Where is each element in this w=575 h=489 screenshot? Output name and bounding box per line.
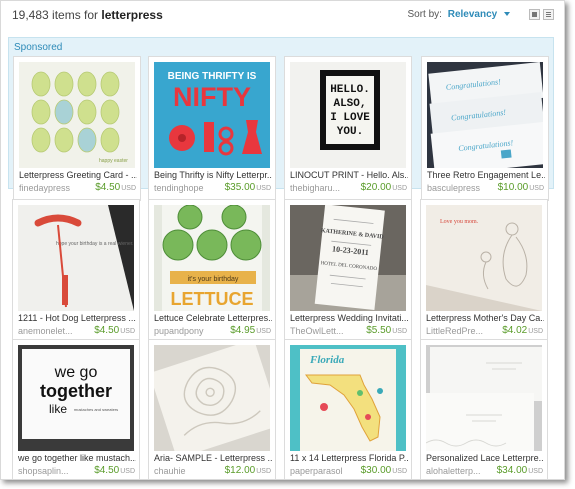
listing-title[interactable]: Aria- SAMPLE - Letterpress ... [154, 453, 272, 463]
listing-card[interactable]: we go together like mustaches and sweate… [12, 339, 140, 479]
listing-price: $30.00USD [360, 465, 407, 476]
listing-title[interactable]: Letterpress Wedding Invitati... [290, 313, 408, 323]
listing-shop[interactable]: LittleRedPre... [426, 326, 496, 336]
sort-control[interactable]: Sort by: Relevancy [407, 9, 510, 20]
listing-card[interactable]: Aria- SAMPLE - Letterpress ... chauhie $… [148, 339, 276, 479]
listing-shop[interactable]: basculepress [427, 183, 497, 193]
sort-label: Sort by: [407, 9, 442, 20]
listing-price: $4.50USD [94, 325, 135, 336]
thumbnail-text: I LOVE [330, 112, 370, 124]
thumbnail-text: Florida [309, 354, 345, 366]
listing-price: $10.00USD [497, 182, 544, 193]
listing-shop[interactable]: chauhie [154, 466, 224, 476]
listing-thumbnail[interactable]: it's your birthday LETTUCE [154, 205, 270, 311]
thumbnail-text: ALSO, [333, 98, 366, 110]
listing-shop[interactable]: TheOwlLett... [290, 326, 360, 336]
listing-thumbnail[interactable] [426, 345, 542, 451]
listing-shop[interactable]: shopsaplin... [18, 466, 88, 476]
listing-card[interactable]: Florida 11 x 14 Letterpress Florida P...… [284, 339, 412, 479]
listing-title[interactable]: Three Retro Engagement Le... [427, 170, 545, 180]
listing-title[interactable]: Letterpress Greeting Card - ... [19, 170, 137, 180]
listing-price: $12.00USD [224, 465, 271, 476]
thumbnail-text: we go [54, 364, 98, 381]
listing-price: $4.50USD [94, 465, 135, 476]
sponsored-label: Sponsored [14, 42, 63, 53]
sort-dropdown[interactable]: Relevancy [448, 9, 497, 20]
thumbnail-text: BEING THRIFTY IS [168, 71, 257, 82]
listing-thumbnail[interactable]: hope your birthday is a real wiener. [18, 205, 134, 311]
thumbnail-text: hope your birthday is a real wiener. [56, 241, 134, 247]
listing-thumbnail[interactable]: happy easter [19, 62, 135, 168]
list-view-icon[interactable] [543, 9, 554, 20]
thumbnail-text: Love you mom. [440, 219, 479, 225]
listing-card[interactable]: HELLO. ALSO, I LOVE YOU. LINOCUT PRINT -… [284, 56, 412, 201]
listing-card[interactable]: BEING THRIFTY IS NIFTY Being Thrifty is … [148, 56, 276, 201]
listing-price: $34.00USD [496, 465, 543, 476]
listing-shop[interactable]: finedaypress [19, 183, 89, 193]
listing-thumbnail[interactable]: HELLO. ALSO, I LOVE YOU. [290, 62, 406, 168]
listing-price: $35.00USD [224, 182, 271, 193]
results-header: 19,483 items for letterpress Sort by: Re… [12, 7, 556, 25]
listing-title[interactable]: LINOCUT PRINT - Hello. Als... [290, 170, 408, 180]
listing-shop[interactable]: tendinghope [154, 183, 224, 193]
listing-price: $4.50USD [95, 182, 136, 193]
listing-card[interactable]: KATHERINE & DAVID 10-23-2011 HOTEL DEL C… [284, 199, 412, 344]
listing-card[interactable]: Congratulations! Congratulations! Congra… [421, 56, 549, 201]
listing-title[interactable]: we go together like mustach... [18, 453, 136, 463]
thumbnail-text: YOU. [337, 126, 363, 138]
listing-thumbnail[interactable]: KATHERINE & DAVID 10-23-2011 HOTEL DEL C… [290, 205, 406, 311]
chevron-down-icon[interactable] [504, 12, 510, 17]
listing-price: $4.95USD [230, 325, 271, 336]
listing-card[interactable]: hope your birthday is a real wiener. 121… [12, 199, 140, 344]
listing-thumbnail[interactable]: Florida [290, 345, 406, 451]
listing-thumbnail[interactable]: we go together like mustaches and sweate… [18, 345, 134, 451]
listing-thumbnail[interactable]: Congratulations! Congratulations! Congra… [427, 62, 543, 168]
listing-shop[interactable]: alohaletterp... [426, 466, 496, 476]
sponsored-section: Sponsored happy easter Letterpress Greet… [8, 37, 554, 201]
search-results-panel: 19,483 items for letterpress Sort by: Re… [0, 0, 565, 480]
listing-price: $4.02USD [502, 325, 543, 336]
listing-title[interactable]: 1211 - Hot Dog Letterpress ... [18, 313, 136, 323]
listing-title[interactable]: Lettuce Celebrate Letterpres... [154, 313, 272, 323]
thumbnail-text: together [40, 381, 112, 401]
results-count-number: 19,483 [12, 8, 49, 22]
listing-title[interactable]: Being Thrifty is Nifty Letterpr... [154, 170, 272, 180]
results-count: 19,483 items for letterpress [12, 8, 163, 22]
listing-title[interactable]: Personalized Lace Letterpre... [426, 453, 544, 463]
listing-card[interactable]: happy easter Letterpress Greeting Card -… [13, 56, 141, 201]
listing-card[interactable]: Personalized Lace Letterpre... alohalett… [420, 339, 548, 479]
listing-thumbnail[interactable]: BEING THRIFTY IS NIFTY [154, 62, 270, 168]
thumbnail-text: NIFTY [173, 82, 251, 112]
listing-price: $20.00USD [360, 182, 407, 193]
listing-thumbnail[interactable]: Love you mom. [426, 205, 542, 311]
results-count-suffix: items for [52, 8, 99, 22]
listing-card[interactable]: it's your birthday LETTUCE Lettuce Celeb… [148, 199, 276, 344]
thumbnail-text: mustaches and sweaters [74, 407, 118, 412]
listing-shop[interactable]: thebigharu... [290, 183, 360, 193]
thumbnail-text: HELLO. [330, 84, 370, 96]
thumbnail-text: LETTUCE [171, 289, 254, 309]
thumbnail-text: happy easter [99, 158, 128, 164]
thumbnail-text: like [49, 402, 67, 416]
listing-shop[interactable]: pupandpony [154, 326, 224, 336]
grid-view-icon[interactable] [529, 9, 540, 20]
search-query: letterpress [101, 8, 163, 22]
listing-shop[interactable]: anemonelet... [18, 326, 88, 336]
listing-card[interactable]: Love you mom. Letterpress Mother's Day C… [420, 199, 548, 344]
listing-thumbnail[interactable] [154, 345, 270, 451]
listing-price: $5.50USD [366, 325, 407, 336]
listing-title[interactable]: Letterpress Mother's Day Ca... [426, 313, 544, 323]
listing-shop[interactable]: paperparasol [290, 466, 360, 476]
thumbnail-text: it's your birthday [188, 276, 239, 283]
listing-title[interactable]: 11 x 14 Letterpress Florida P... [290, 453, 408, 463]
